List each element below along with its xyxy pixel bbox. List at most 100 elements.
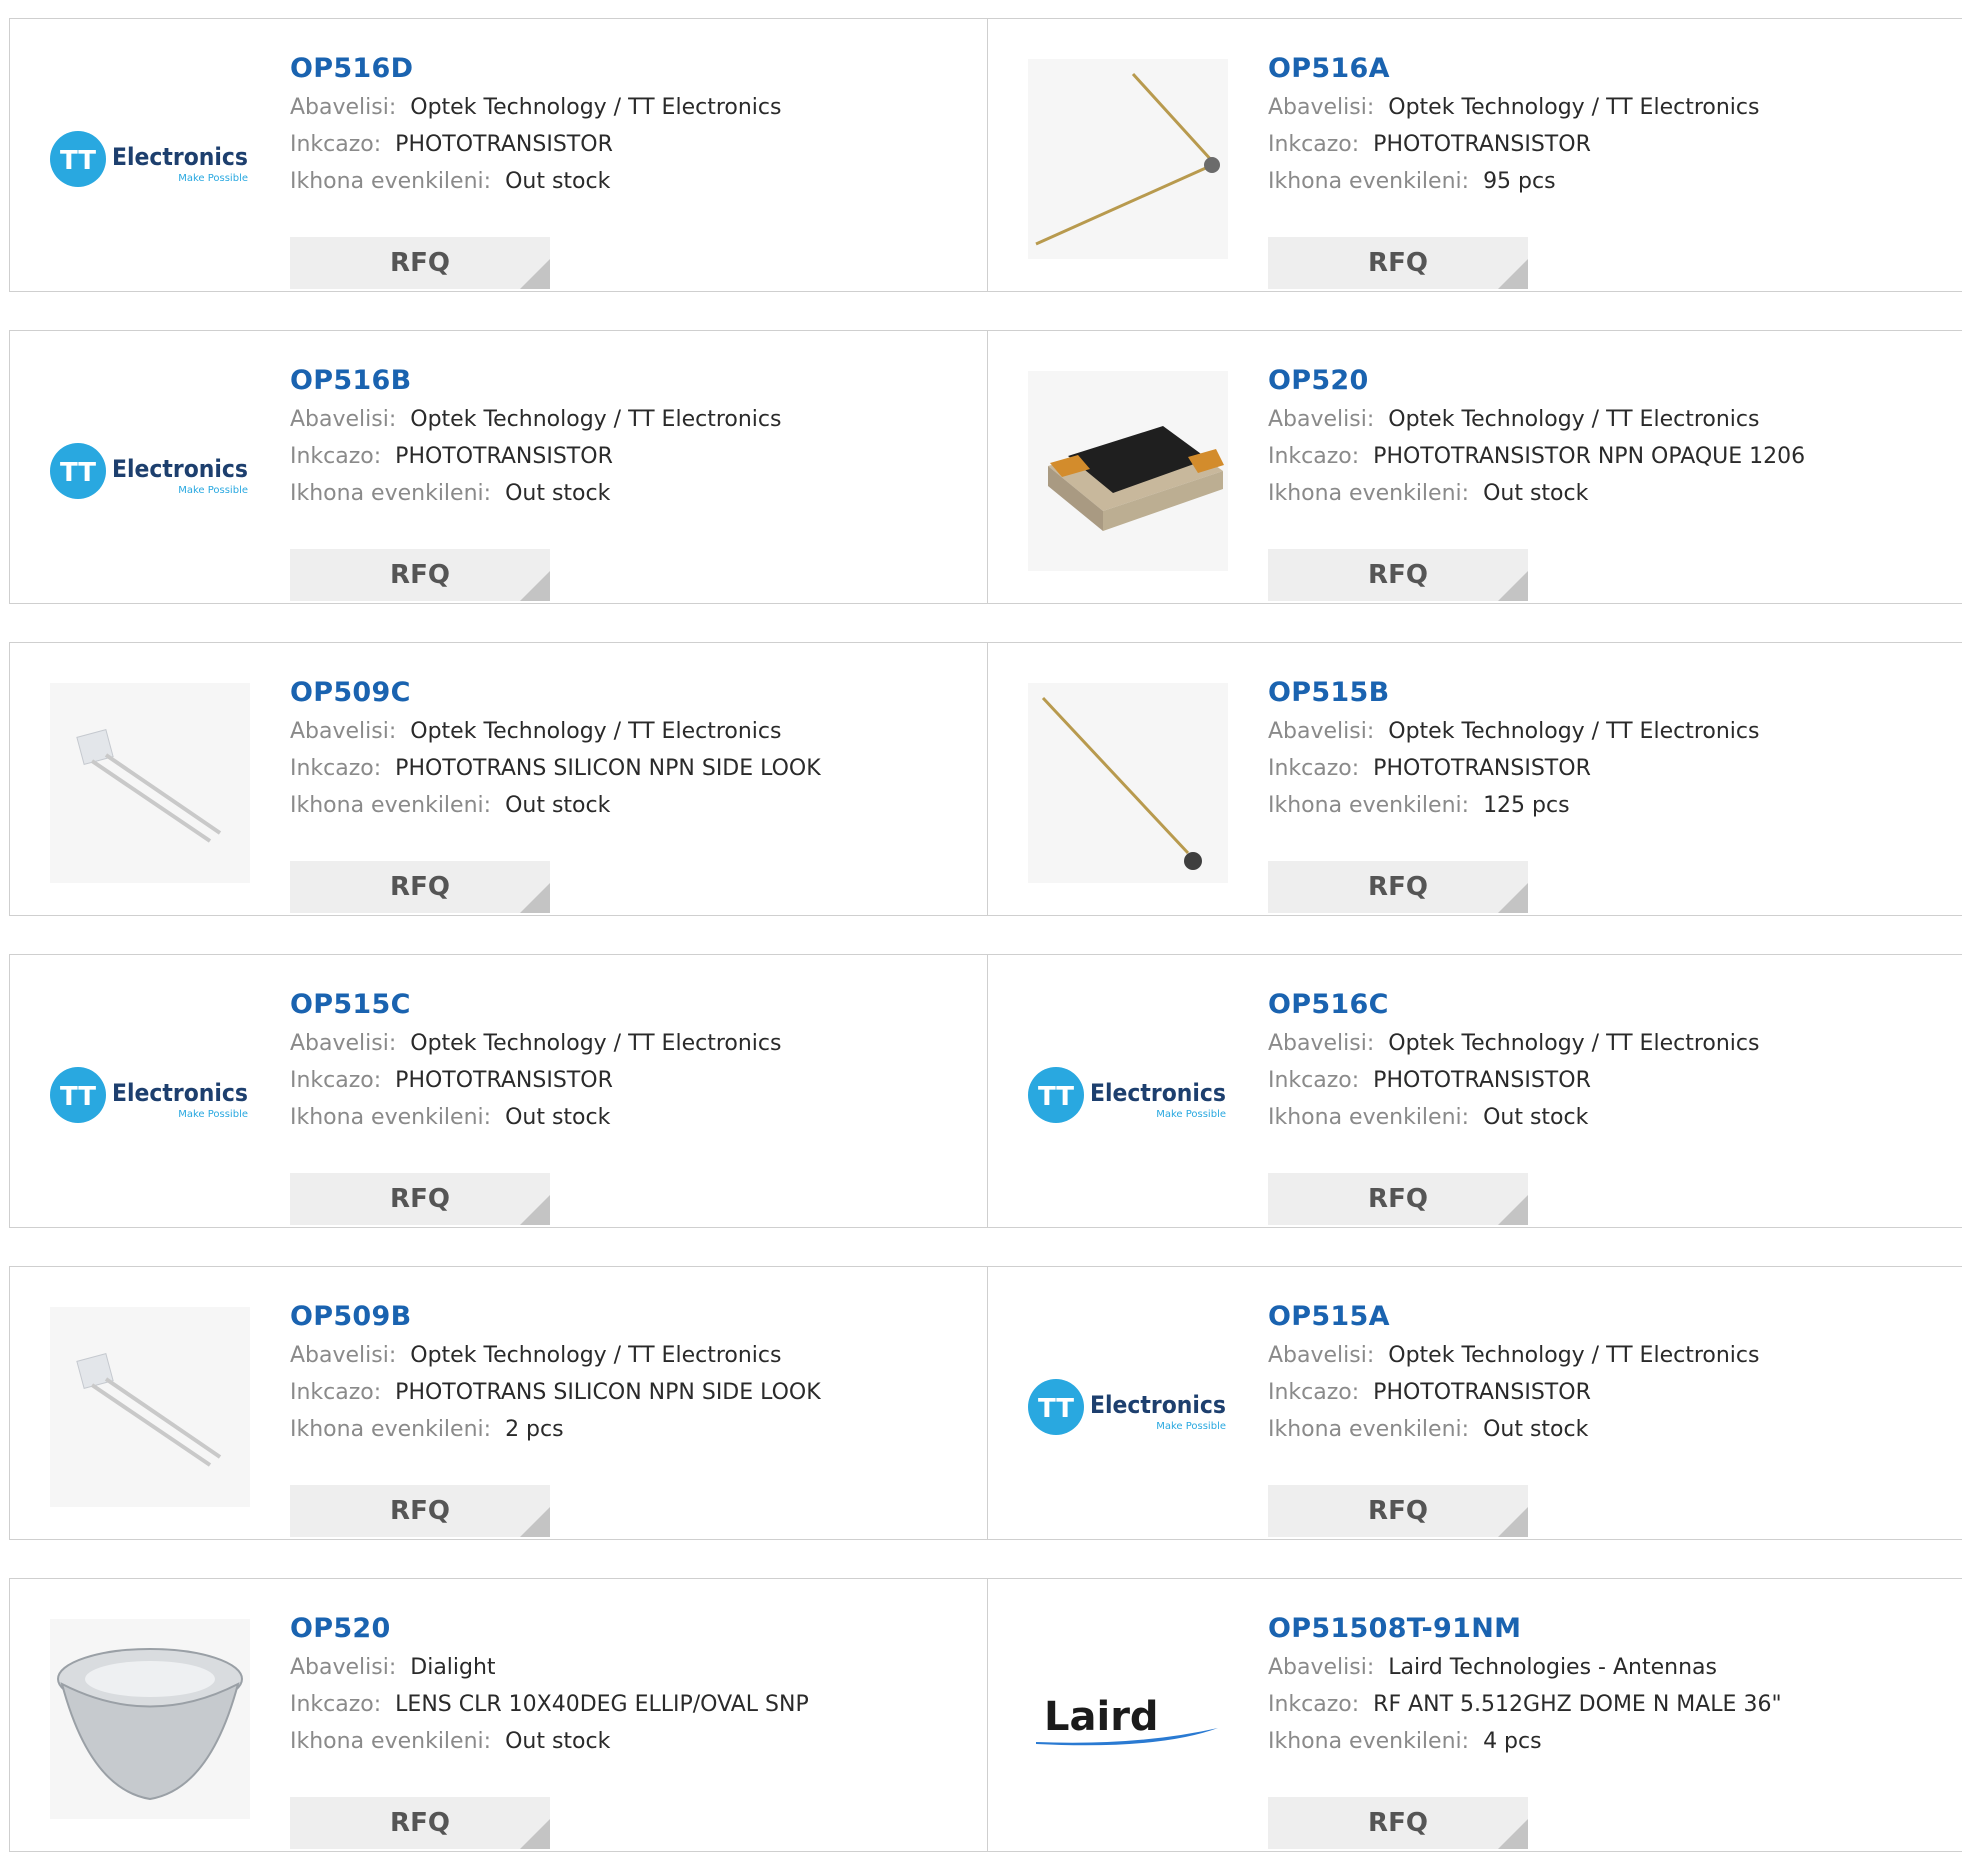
rfq-button[interactable]: RFQ <box>1268 1485 1528 1537</box>
product-image[interactable] <box>50 683 250 883</box>
description-value: PHOTOTRANSISTOR <box>1373 1380 1591 1405</box>
product-image[interactable]: TT Electronics Make Possible <box>50 371 250 571</box>
product-part-number-link[interactable]: OP515B <box>1268 673 1948 713</box>
tt-logo-brand-text: Electronics <box>112 143 248 171</box>
rfq-button[interactable]: RFQ <box>290 549 550 601</box>
description-value: PHOTOTRANS SILICON NPN SIDE LOOK <box>395 1380 821 1405</box>
description-label: Inkcazo: <box>1268 444 1360 469</box>
product-info: OP51508T-91NM Abavelisi: Laird Technologie… <box>1268 1609 1948 1849</box>
product-card: OP509C Abavelisi: Optek Technology / TT El… <box>10 643 986 915</box>
product-row: TT Electronics Make Possible OP516D Abave… <box>9 18 1962 292</box>
description-row: Inkcazo: RF ANT 5.512GHZ DOME N MALE 36" <box>1268 1686 1948 1723</box>
stock-value: 95 pcs <box>1483 169 1556 194</box>
tt-logo-brand-text: Electronics <box>112 455 248 483</box>
product-image[interactable] <box>1028 371 1228 571</box>
rfq-button[interactable]: RFQ <box>290 1797 550 1849</box>
manufacturer-row: Abavelisi: Optek Technology / TT Electron… <box>1268 1025 1948 1062</box>
rfq-button[interactable]: RFQ <box>290 1173 550 1225</box>
rfq-button-label: RFQ <box>390 1184 450 1214</box>
corner-triangle-icon <box>1498 1195 1528 1225</box>
tt-logo-badge-text: TT <box>60 146 96 176</box>
manufacturer-label: Abavelisi: <box>1268 407 1375 432</box>
rfq-button-label: RFQ <box>390 872 450 902</box>
product-image[interactable] <box>1028 683 1228 883</box>
manufacturer-row: Abavelisi: Dialight <box>290 1649 970 1686</box>
description-value: PHOTOTRANS SILICON NPN SIDE LOOK <box>395 756 821 781</box>
product-part-number-link[interactable]: OP515C <box>290 985 970 1025</box>
product-card: OP520 Abavelisi: Optek Technology / TT Ele… <box>987 331 1962 603</box>
manufacturer-label: Abavelisi: <box>1268 1655 1375 1680</box>
description-label: Inkcazo: <box>1268 756 1360 781</box>
manufacturer-label: Abavelisi: <box>1268 1343 1375 1368</box>
manufacturer-label: Abavelisi: <box>290 1343 397 1368</box>
rfq-button[interactable]: RFQ <box>1268 1797 1528 1849</box>
stock-value: Out stock <box>505 1105 611 1130</box>
product-part-number-link[interactable]: OP509B <box>290 1297 970 1337</box>
description-row: Inkcazo: PHOTOTRANSISTOR <box>290 438 970 475</box>
description-row: Inkcazo: PHOTOTRANSISTOR <box>290 126 970 163</box>
product-image[interactable]: TT Electronics Make Possible <box>50 59 250 259</box>
manufacturer-value: Optek Technology / TT Electronics <box>1388 1343 1760 1368</box>
laird-logo-text: Laird <box>1044 1694 1159 1740</box>
product-part-number-link[interactable]: OP509C <box>290 673 970 713</box>
rfq-button[interactable]: RFQ <box>290 1485 550 1537</box>
product-image[interactable] <box>50 1619 250 1819</box>
manufacturer-value: Optek Technology / TT Electronics <box>410 719 782 744</box>
rfq-button[interactable]: RFQ <box>1268 1173 1528 1225</box>
product-image[interactable] <box>1028 59 1228 259</box>
stock-row: Ikhona evenkileni: Out stock <box>290 787 970 824</box>
product-info: OP516A Abavelisi: Optek Technology / TT El… <box>1268 49 1948 289</box>
tt-logo-tagline-text: Make Possible <box>178 485 248 496</box>
product-image[interactable]: TT Electronics Make Possible <box>50 995 250 1195</box>
stock-row: Ikhona evenkileni: 2 pcs <box>290 1411 970 1448</box>
manufacturer-row: Abavelisi: Optek Technology / TT Electron… <box>1268 89 1948 126</box>
corner-triangle-icon <box>520 883 550 913</box>
rfq-button-label: RFQ <box>390 560 450 590</box>
product-part-number-link[interactable]: OP520 <box>290 1609 970 1649</box>
stock-label: Ikhona evenkileni: <box>290 1729 492 1754</box>
description-label: Inkcazo: <box>290 1380 382 1405</box>
product-card: Laird OP51508T-91NM Abavelisi: Laird Techn… <box>987 1579 1962 1851</box>
manufacturer-value: Optek Technology / TT Electronics <box>410 1031 782 1056</box>
rfq-button-label: RFQ <box>390 1496 450 1526</box>
product-image[interactable]: TT Electronics Make Possible <box>1028 1307 1228 1507</box>
manufacturer-row: Abavelisi: Optek Technology / TT Electron… <box>290 713 970 750</box>
product-part-number-link[interactable]: OP515A <box>1268 1297 1948 1337</box>
description-label: Inkcazo: <box>290 1692 382 1717</box>
rfq-button[interactable]: RFQ <box>290 237 550 289</box>
product-part-number-link[interactable]: OP51508T-91NM <box>1268 1609 1948 1649</box>
product-info: OP516B Abavelisi: Optek Technology / TT El… <box>290 361 970 601</box>
rfq-button[interactable]: RFQ <box>1268 237 1528 289</box>
manufacturer-row: Abavelisi: Optek Technology / TT Electron… <box>1268 1337 1948 1374</box>
rfq-button[interactable]: RFQ <box>1268 549 1528 601</box>
product-card: TT Electronics Make Possible OP515C Abave… <box>10 955 986 1227</box>
smd-chip-icon <box>1028 371 1228 571</box>
product-image[interactable]: TT Electronics Make Possible <box>1028 995 1228 1195</box>
product-part-number-link[interactable]: OP516C <box>1268 985 1948 1025</box>
product-part-number-link[interactable]: OP516B <box>290 361 970 401</box>
stock-value: Out stock <box>1483 1417 1589 1442</box>
corner-triangle-icon <box>1498 1819 1528 1849</box>
rfq-button[interactable]: RFQ <box>1268 861 1528 913</box>
product-part-number-link[interactable]: OP520 <box>1268 361 1948 401</box>
stock-label: Ikhona evenkileni: <box>1268 169 1470 194</box>
manufacturer-value: Optek Technology / TT Electronics <box>1388 1031 1760 1056</box>
phototransistor-single-lead-icon <box>1028 683 1228 883</box>
product-part-number-link[interactable]: OP516D <box>290 49 970 89</box>
product-info: OP520 Abavelisi: Optek Technology / TT Ele… <box>1268 361 1948 601</box>
phototransistor-long-lead-icon <box>1028 59 1228 259</box>
description-label: Inkcazo: <box>1268 1380 1360 1405</box>
side-look-component-icon <box>50 683 250 883</box>
product-part-number-link[interactable]: OP516A <box>1268 49 1948 89</box>
rfq-button[interactable]: RFQ <box>290 861 550 913</box>
manufacturer-value: Laird Technologies - Antennas <box>1388 1655 1717 1680</box>
product-image[interactable] <box>50 1307 250 1507</box>
description-value: PHOTOTRANSISTOR <box>1373 132 1591 157</box>
description-value: PHOTOTRANSISTOR NPN OPAQUE 1206 <box>1373 444 1806 469</box>
stock-value: Out stock <box>1483 1105 1589 1130</box>
manufacturer-label: Abavelisi: <box>1268 1031 1375 1056</box>
corner-triangle-icon <box>1498 571 1528 601</box>
product-image[interactable]: Laird <box>1028 1619 1228 1819</box>
product-info: OP520 Abavelisi: Dialight Inkcazo: LENS CLR … <box>290 1609 970 1849</box>
corner-triangle-icon <box>520 571 550 601</box>
